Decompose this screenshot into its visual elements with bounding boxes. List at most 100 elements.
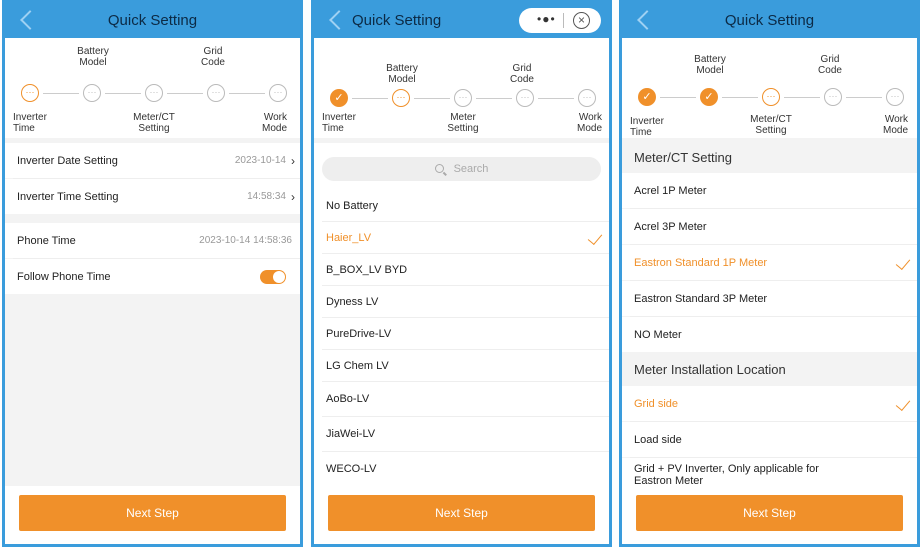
step-connector xyxy=(43,93,79,94)
step-label-meter-ct-setting: Meter/CT Setting xyxy=(750,114,792,136)
list-item[interactable]: LG Chem LV xyxy=(314,350,609,381)
meter-label: NO Meter xyxy=(634,328,682,341)
step-label-grid-code: Grid Code xyxy=(201,46,225,68)
meter-option-selected[interactable]: Eastron Standard 1P Meter xyxy=(622,245,917,280)
step-connector xyxy=(105,93,141,94)
follow-phone-time-row: Follow Phone Time xyxy=(5,259,300,294)
list-item-label: LG Chem LV xyxy=(326,359,389,372)
step-label-inverter-time: Inverter Time xyxy=(630,116,664,138)
step-label-battery-model: Battery Model xyxy=(694,54,726,76)
phone-time-row: Phone Time 2023-10-14 14:58:36 xyxy=(5,223,300,258)
list-item[interactable]: WECO-LV xyxy=(314,452,609,486)
list-item-label: B_BOX_LV BYD xyxy=(326,263,408,276)
meter-option[interactable]: Acrel 3P Meter xyxy=(622,209,917,244)
list-item-label: No Battery xyxy=(326,199,378,212)
step-3-pending-icon: ··· xyxy=(145,84,163,102)
location-option[interactable]: Load side xyxy=(622,422,917,457)
step-2-done-check-icon: ✓ xyxy=(700,88,718,106)
mini-program-capsule: •●• × xyxy=(519,8,601,33)
list-item[interactable]: Dyness LV xyxy=(314,286,609,317)
step-label-work-mode: Work Mode xyxy=(261,112,287,134)
step-label-work-mode: Work Mode xyxy=(882,114,908,136)
step-connector xyxy=(229,93,265,94)
step-progress: Battery Model Grid Code ✓ ··· ··· ··· ··… xyxy=(314,38,609,138)
meter-option[interactable]: NO Meter xyxy=(622,317,917,352)
list-item-label: JiaWei-LV xyxy=(326,428,376,440)
step-label-inverter-time: Inverter Time xyxy=(13,112,47,134)
list-item[interactable]: AoBo-LV xyxy=(314,382,609,416)
inverter-time-setting-row[interactable]: Inverter Time Setting 14:58:34 › xyxy=(5,179,300,214)
step-connector xyxy=(722,97,758,98)
back-arrow-icon[interactable] xyxy=(329,10,349,30)
step-progress: Battery Model Grid Code ✓ ✓ ··· ··· ··· … xyxy=(622,38,917,138)
next-step-button[interactable]: Next Step xyxy=(328,495,595,531)
meter-label: Acrel 3P Meter xyxy=(634,220,707,233)
step-label-meter-setting: Meter Setting xyxy=(447,112,479,134)
toggle-knob xyxy=(273,270,285,283)
step-4-pending-icon: ··· xyxy=(824,88,842,106)
step-1-done-check-icon: ✓ xyxy=(638,88,656,106)
inverter-time-panel: Quick Setting Battery Model Grid Code ··… xyxy=(2,0,303,547)
meter-option[interactable]: Acrel 1P Meter xyxy=(622,173,917,208)
chevron-right-icon: › xyxy=(291,153,295,168)
step-connector xyxy=(414,98,450,99)
step-4-pending-icon: ··· xyxy=(516,89,534,107)
row-label: Phone Time xyxy=(17,234,76,247)
meter-option[interactable]: Eastron Standard 3P Meter xyxy=(622,281,917,316)
list-item-label: WECO-LV xyxy=(326,463,377,475)
step-connector xyxy=(167,93,203,94)
checkmark-icon xyxy=(895,254,911,270)
step-1-active-icon: ··· xyxy=(21,84,39,102)
step-connector xyxy=(352,98,388,99)
list-item[interactable]: PureDrive-LV xyxy=(314,318,609,349)
list-item[interactable]: B_BOX_LV BYD xyxy=(314,254,609,285)
step-4-pending-icon: ··· xyxy=(207,84,225,102)
battery-model-panel: Quick Setting •●• × Battery Model Grid C… xyxy=(311,0,612,547)
location-label: Grid side xyxy=(634,397,679,410)
close-icon[interactable]: × xyxy=(573,12,590,29)
step-label-meter-ct-setting: Meter/CT Setting xyxy=(133,112,175,134)
list-item[interactable]: No Battery xyxy=(314,190,609,221)
next-step-button[interactable]: Next Step xyxy=(636,495,903,531)
section-title-installation-location: Meter Installation Location xyxy=(622,352,917,386)
row-label: Inverter Time Setting xyxy=(17,190,119,203)
step-label-work-mode: Work Mode xyxy=(576,112,602,134)
header: Quick Setting •●• × xyxy=(314,3,609,38)
page-title: Quick Setting xyxy=(352,12,442,29)
step-label-battery-model: Battery Model xyxy=(386,63,418,85)
checkmark-icon xyxy=(587,229,603,245)
step-3-pending-icon: ··· xyxy=(454,89,472,107)
list-item-label: AoBo-LV xyxy=(326,393,370,405)
section-title-meter-ct: Meter/CT Setting xyxy=(622,141,917,173)
follow-phone-time-toggle[interactable] xyxy=(260,269,286,284)
row-label: Follow Phone Time xyxy=(17,270,111,283)
list-item-label: Haier_LV xyxy=(326,231,372,244)
step-5-pending-icon: ··· xyxy=(886,88,904,106)
step-2-pending-icon: ··· xyxy=(83,84,101,102)
meter-ct-setting-panel: Quick Setting Battery Model Grid Code ✓ … xyxy=(619,0,920,547)
list-item-selected[interactable]: Haier_LV xyxy=(314,222,609,253)
header: Quick Setting xyxy=(5,3,300,38)
search-icon xyxy=(434,164,444,173)
step-progress: Battery Model Grid Code ··· ··· ··· ··· … xyxy=(5,38,300,138)
step-5-pending-icon: ··· xyxy=(269,84,287,102)
step-3-active-icon: ··· xyxy=(762,88,780,106)
location-option-selected[interactable]: Grid side xyxy=(622,386,917,421)
step-label-grid-code: Grid Code xyxy=(510,63,534,85)
inverter-date-setting-row[interactable]: Inverter Date Setting 2023-10-14 › xyxy=(5,143,300,178)
next-step-button[interactable]: Next Step xyxy=(19,495,286,531)
list-item[interactable]: JiaWei-LV xyxy=(314,417,609,451)
more-icon[interactable]: •●• xyxy=(537,12,556,26)
step-connector xyxy=(538,98,574,99)
step-2-active-icon: ··· xyxy=(392,89,410,107)
meter-label: Eastron Standard 3P Meter xyxy=(634,292,768,305)
location-label: Load side xyxy=(634,433,682,446)
inverter-time-value: 14:58:34 xyxy=(247,191,286,202)
step-connector xyxy=(784,97,820,98)
chevron-right-icon: › xyxy=(291,189,295,204)
step-5-pending-icon: ··· xyxy=(578,89,596,107)
search-input[interactable]: Search xyxy=(322,157,601,181)
page-title: Quick Setting xyxy=(724,12,815,29)
list-item-label: Dyness LV xyxy=(326,295,379,308)
step-connector xyxy=(660,97,696,98)
